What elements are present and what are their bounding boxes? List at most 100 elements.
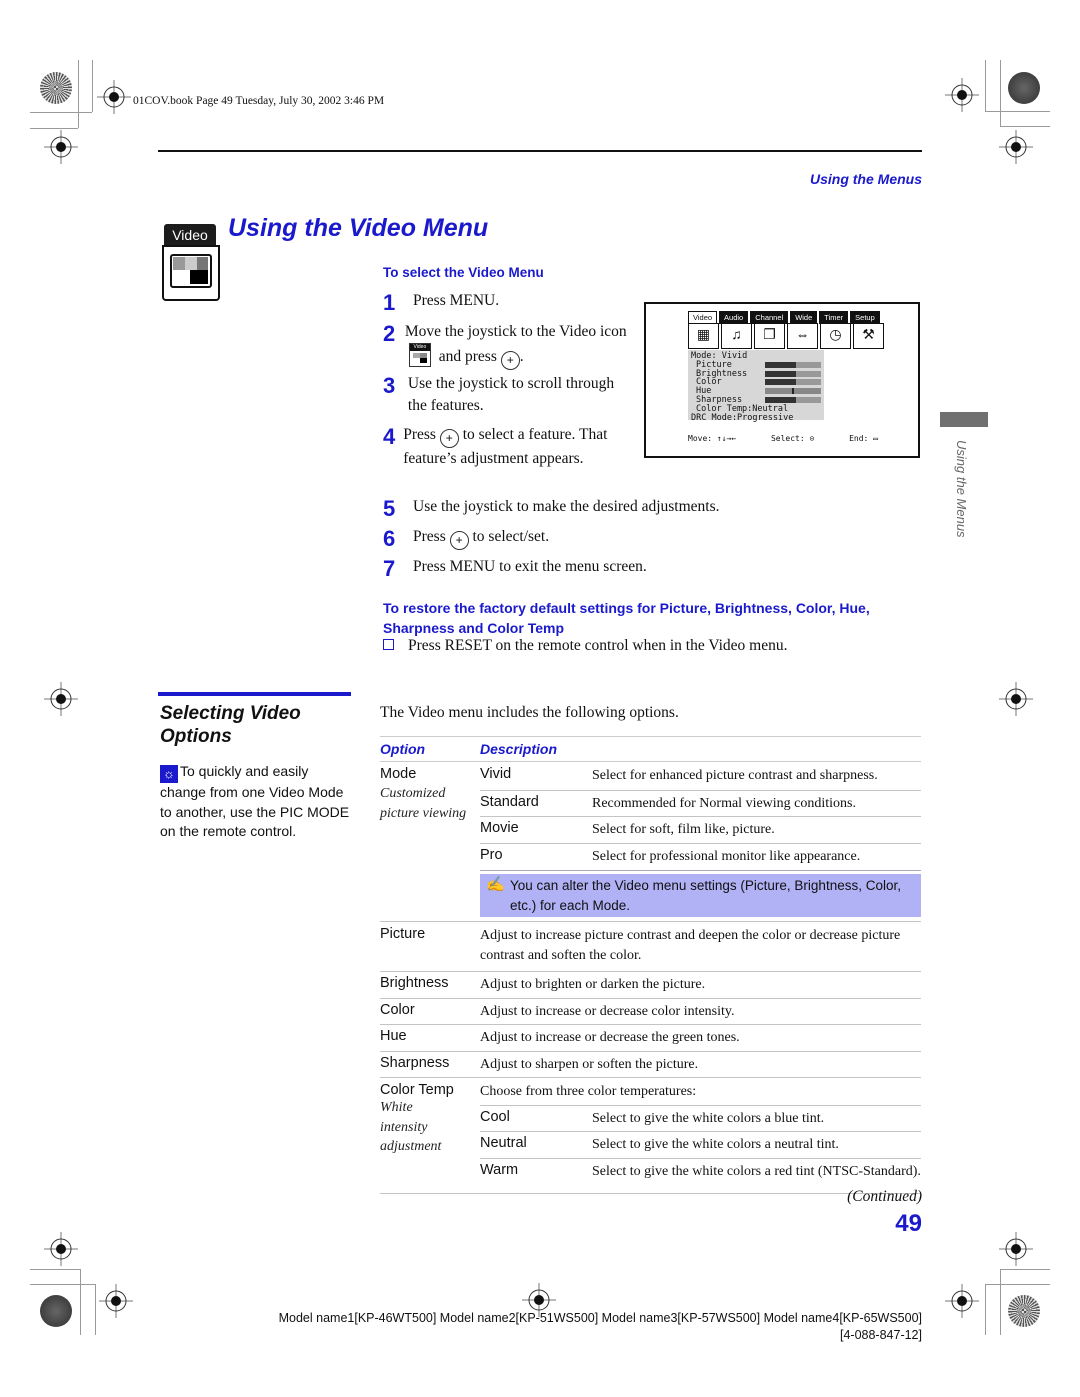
video-icon: ▦ [688, 323, 719, 349]
table-row: Picture Adjust to increase picture contr… [380, 921, 921, 972]
step-number: 1 [383, 290, 396, 315]
option-desc: Adjust to brighten or darken the picture… [480, 971, 921, 999]
crop-mark [1000, 1269, 1050, 1270]
tv-menu-icons: ▦ ♫ ❐ ⇔ ◷ ⚒ [688, 323, 886, 349]
crop-mark [30, 112, 92, 113]
table-header-row: Option Description [380, 736, 921, 762]
video-menu-icon-label: Video [409, 343, 430, 351]
step-6: 6 Press + to select/set. [383, 526, 903, 552]
option-name: Picture [380, 921, 480, 972]
sub-option-name: Neutral [480, 1131, 592, 1159]
video-options-table: Option Description Mode Customized pictu… [380, 736, 921, 1194]
crop-mark [985, 1284, 1050, 1285]
table-row: Hue Adjust to increase or decrease the g… [380, 1024, 921, 1052]
option-name: Color Temp [380, 1082, 454, 1098]
sub-option-name: Pro [480, 843, 592, 871]
step-text: Move the joystick to the Video icon Vide… [405, 321, 633, 370]
joystick-press-icon: + [439, 429, 459, 448]
crop-mark [78, 60, 79, 128]
tv-level-bar [765, 370, 821, 377]
section-title: Selecting Video Options [160, 702, 301, 748]
tv-level-bar [765, 388, 821, 395]
section-rule [158, 692, 351, 696]
registration-mark-icon [44, 682, 78, 716]
registration-mark-icon [99, 1284, 133, 1318]
table-row: Color Temp White intensity adjustment Ch… [380, 1077, 921, 1194]
table-row: Mode Customized picture viewing Vivid Se… [380, 761, 921, 821]
sub-option-desc: Select for enhanced picture contrast and… [592, 761, 921, 791]
crop-mark [985, 60, 986, 112]
step-7: 7 Press MENU to exit the menu screen. [383, 556, 903, 582]
step-text-part: to select/set. [472, 528, 550, 545]
header-option: Option [380, 736, 480, 762]
tv-level-bar [765, 379, 821, 386]
mode-note-box: ✍ You can alter the Video menu settings … [480, 874, 921, 917]
channel-icon: ❐ [754, 323, 785, 349]
header-rule [158, 150, 922, 152]
crop-mark [1000, 126, 1050, 127]
option-desc: Adjust to increase or decrease the green… [480, 1024, 921, 1052]
part-number: [4-088-847-12] [839, 1328, 922, 1342]
video-menu-icon: Video [408, 342, 431, 367]
page-title: Using the Video Menu [228, 214, 489, 242]
crop-mark [1000, 60, 1001, 127]
option-note: White intensity adjustment [380, 1100, 442, 1154]
option-name: Hue [380, 1024, 480, 1052]
step-2: 2 Move the joystick to the Video icon Vi… [383, 321, 633, 370]
step-3: 3 Use the joystick to scroll through the… [383, 373, 633, 416]
restore-defaults-heading: To restore the factory default settings … [383, 600, 870, 636]
registration-mark-icon [999, 1232, 1033, 1266]
crop-mark [80, 1269, 81, 1335]
section-title-line: Selecting Video [160, 703, 301, 724]
color-rosette-icon [1008, 1295, 1040, 1327]
tv-video-settings-panel: Mode: Vivid Picture Brightness Color Hue… [688, 350, 824, 423]
step-number: 2 [383, 321, 396, 346]
registration-mark-icon [999, 130, 1033, 164]
crop-mark [1000, 1269, 1001, 1335]
book-info-line: 01COV.book Page 49 Tuesday, July 30, 200… [133, 95, 385, 107]
color-temp-cell: Color Temp White intensity adjustment [380, 1077, 480, 1194]
color-rosette-icon [40, 72, 72, 104]
registration-mark-icon [44, 130, 78, 164]
model-names-footer: Model name1[KP-46WT500] Model name2[KP-5… [278, 1311, 922, 1325]
sub-option-name: Cool [480, 1105, 592, 1132]
tv-level-bar [765, 396, 821, 403]
tv-screen-icon [170, 254, 212, 288]
step-number: 5 [383, 496, 396, 521]
option-desc: Adjust to increase picture contrast and … [480, 921, 921, 972]
audio-note-icon: ♫ [721, 323, 752, 349]
step-text-part: Press [413, 528, 446, 545]
select-menu-heading: To select the Video Menu [383, 265, 544, 280]
option-note: Customized picture viewing [380, 786, 467, 821]
crop-mark [95, 1284, 96, 1335]
restore-bullet-text: Press RESET on the remote control when i… [408, 637, 788, 654]
step-text: Use the joystick to make the desired adj… [413, 498, 720, 515]
option-name: Color [380, 998, 480, 1025]
sub-option-name: Standard [480, 790, 592, 817]
section-title-line: Options [160, 726, 232, 747]
sub-option-name: Warm [480, 1158, 592, 1194]
note-text: You can alter the Video menu settings (P… [510, 878, 901, 913]
step-1: 1 Press MENU. [383, 290, 633, 316]
table-row: Brightness Adjust to brighten or darken … [380, 971, 921, 999]
table-row: Sharpness Adjust to sharpen or soften th… [380, 1051, 921, 1078]
joystick-press-icon: + [449, 531, 469, 550]
step-number: 3 [383, 373, 396, 398]
option-name: Brightness [380, 971, 480, 999]
crop-mark [985, 1284, 986, 1335]
tv-drc-line: DRC Mode:Progressive [691, 412, 794, 423]
sub-option-name: Vivid [480, 761, 592, 791]
step-4: 4 Press + to select a feature. That feat… [383, 424, 633, 470]
running-header: Using the Menus [809, 171, 922, 187]
restore-bullet: Press RESET on the remote control when i… [383, 637, 787, 655]
option-name: Sharpness [380, 1051, 480, 1078]
step-text: Press + to select/set. [413, 526, 549, 552]
sub-option-desc: Select to give the white colors a blue t… [592, 1105, 921, 1132]
tv-footer-end: End: ▭ [849, 434, 878, 443]
section-side-tab [940, 412, 988, 427]
clock-icon: ◷ [820, 323, 851, 349]
step-number: 6 [383, 526, 396, 551]
crop-mark [30, 1269, 80, 1270]
tv-menu-screenshot: Video Audio Channel Wide Timer Setup ▦ ♫… [644, 302, 920, 458]
step-text: Press MENU. [413, 292, 500, 309]
